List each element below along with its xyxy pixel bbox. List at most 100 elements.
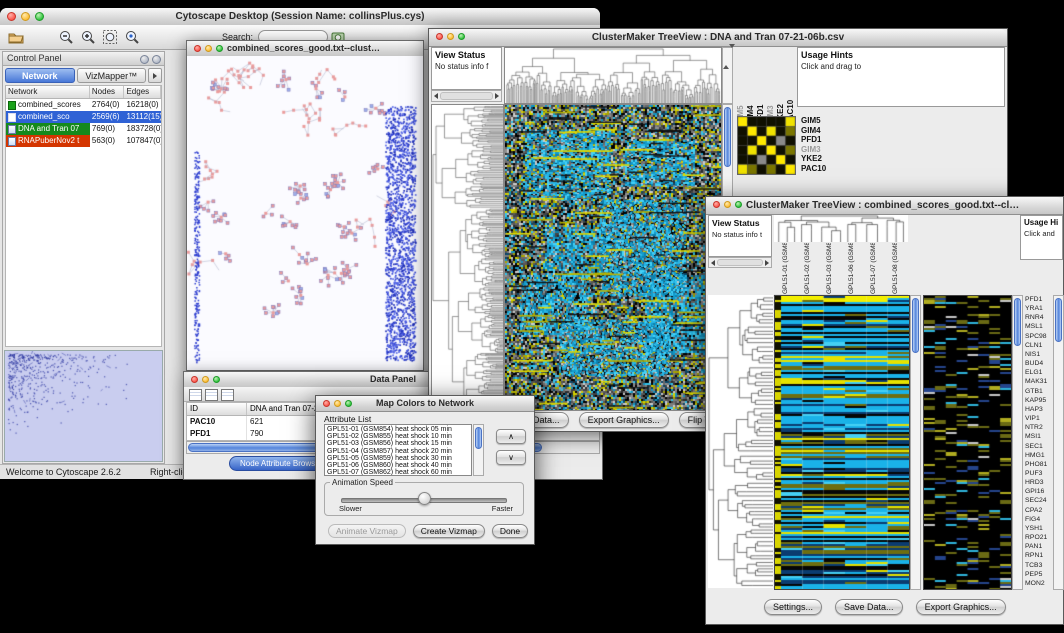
- column-dendrogram-canvas[interactable]: [774, 215, 908, 242]
- control-panel: Control Panel Network VizMapper™ Network…: [2, 51, 165, 464]
- export-graphics-button[interactable]: Export Graphics...: [579, 412, 669, 428]
- close-button[interactable]: [713, 201, 720, 208]
- close-button[interactable]: [436, 33, 443, 40]
- global-heatmap-canvas[interactable]: [923, 295, 1012, 590]
- treeview-combined-window: ClusterMaker TreeView : combined_scores_…: [705, 196, 1064, 625]
- status-hscrollbar[interactable]: [431, 90, 502, 102]
- scroll-right-icon[interactable]: [765, 260, 769, 266]
- scrollbar-track[interactable]: [440, 92, 493, 100]
- minimize-button[interactable]: [724, 201, 731, 208]
- expression-heatmap-canvas[interactable]: [774, 295, 910, 590]
- network-view-titlebar[interactable]: combined_scores_good.txt--cluste...: [187, 41, 423, 57]
- network-list-row-combined-scores[interactable]: combined_scores2764(0)16218(0): [6, 99, 161, 111]
- create-vizmap-button[interactable]: Create Vizmap: [413, 524, 485, 538]
- minimize-button[interactable]: [21, 12, 30, 21]
- correlation-matrix-canvas[interactable]: [737, 116, 796, 175]
- animate-vizmap-button[interactable]: Animate Vizmap: [328, 524, 406, 538]
- network-list-row-combined-sco[interactable]: combined_sco2569(6)13112(15): [6, 111, 161, 123]
- network-table-body: combined_scores2764(0)16218(0)combined_s…: [6, 99, 161, 147]
- gene-dendrogram-canvas[interactable]: [431, 104, 504, 411]
- status-hscrollbar[interactable]: [708, 257, 772, 268]
- global-heatmap-vscrollbar[interactable]: [1012, 295, 1023, 590]
- zoom-fit-icon[interactable]: [102, 29, 118, 45]
- scrollbar-thumb[interactable]: [912, 298, 919, 353]
- heatmap-vscrollbar[interactable]: [910, 295, 921, 590]
- attribute-item-gpl51-06-gsm860-heat-shock-40-min[interactable]: GPL51-06 (GSM860) heat shock 40 min: [327, 462, 469, 469]
- move-up-button[interactable]: ∧: [496, 429, 526, 444]
- zoom-out-icon[interactable]: [58, 29, 74, 45]
- scrollbar-thumb[interactable]: [724, 107, 731, 167]
- network-graph-canvas[interactable]: [187, 56, 423, 370]
- treeview-combined-titlebar[interactable]: ClusterMaker TreeView : combined_scores_…: [706, 197, 1063, 215]
- main-titlebar[interactable]: Cytoscape Desktop (Session Name: collins…: [0, 8, 600, 26]
- slider-thumb[interactable]: [418, 492, 431, 505]
- zoom-in-icon[interactable]: [80, 29, 96, 45]
- close-panel-icon[interactable]: [152, 55, 161, 64]
- tab-network[interactable]: Network: [5, 68, 75, 83]
- save-data-button[interactable]: Save Data...: [835, 599, 903, 615]
- experiment-column-label-gpl51-02-gsm855: GPL51-02 (GSM855): [796, 243, 818, 294]
- minimize-button[interactable]: [447, 33, 454, 40]
- network-table-header-network[interactable]: Network: [6, 86, 90, 98]
- zoom-selected-icon[interactable]: [124, 29, 140, 45]
- scrollbar-thumb[interactable]: [1014, 298, 1021, 346]
- minimize-button[interactable]: [202, 376, 209, 383]
- select-attributes-icon[interactable]: [189, 389, 202, 401]
- done-button[interactable]: Done: [492, 524, 528, 538]
- array-column-label-yke2: YKE2: [775, 47, 785, 125]
- network-overview-canvas[interactable]: [4, 350, 163, 462]
- treeview-dna-titlebar[interactable]: ClusterMaker TreeView : DNA and Tran 07-…: [429, 29, 1007, 47]
- scrollbar-thumb[interactable]: [1055, 298, 1062, 342]
- dialog-titlebar[interactable]: Map Colors to Network: [316, 396, 534, 412]
- zoom-button[interactable]: [216, 45, 223, 52]
- gene-dendrogram-canvas[interactable]: [708, 295, 773, 588]
- scrollbar-track[interactable]: [717, 259, 763, 266]
- move-down-button[interactable]: ∨: [496, 450, 526, 465]
- usage-hints-text: Click and: [1024, 229, 1059, 238]
- attribute-item-gpl51-07-gsm862-heat-shock-60-min[interactable]: GPL51-07 (GSM862) heat shock 60 min: [327, 469, 469, 476]
- gene-label-elg1: ELG1: [1025, 368, 1052, 377]
- network-table-header-edges[interactable]: Edges: [124, 86, 161, 98]
- close-button[interactable]: [7, 12, 16, 21]
- scroll-right-icon[interactable]: [495, 93, 499, 99]
- delete-attribute-icon[interactable]: [221, 389, 234, 401]
- attribute-item-gpl51-01-gsm854-heat-shock-05-min[interactable]: GPL51-01 (GSM854) heat shock 05 min: [327, 426, 469, 433]
- settings-button[interactable]: Settings...: [764, 599, 822, 615]
- close-button[interactable]: [323, 400, 330, 407]
- attribute-list[interactable]: GPL51-01 (GSM854) heat shock 05 minGPL51…: [324, 424, 472, 476]
- attribute-item-gpl51-03-gsm856-heat-shock-15-min[interactable]: GPL51-03 (GSM856) heat shock 15 min: [327, 440, 469, 447]
- array-column-label-gim3: GIM3: [765, 47, 775, 125]
- column-dendrogram-canvas[interactable]: [504, 47, 722, 104]
- zoom-button[interactable]: [735, 201, 742, 208]
- scroll-left-icon[interactable]: [711, 260, 715, 266]
- export-graphics-button[interactable]: Export Graphics...: [916, 599, 1006, 615]
- column-dendrogram-scrollbar[interactable]: [722, 47, 733, 104]
- column-header-id[interactable]: ID: [187, 403, 247, 415]
- window-controls: [191, 376, 220, 383]
- network-list-row-rnapubernov2-t[interactable]: RNAPuberNov2 t563(0)107847(0): [6, 135, 161, 147]
- attribute-item-gpl51-02-gsm855-heat-shock-10-min[interactable]: GPL51-02 (GSM855) heat shock 10 min: [327, 433, 469, 440]
- attribute-item-gpl51-05-gsm859-heat-shock-30-min[interactable]: GPL51-05 (GSM859) heat shock 30 min: [327, 455, 469, 462]
- minimize-button[interactable]: [205, 45, 212, 52]
- tab-vizmapper[interactable]: VizMapper™: [77, 68, 147, 83]
- new-attribute-icon[interactable]: [205, 389, 218, 401]
- zoom-button[interactable]: [213, 376, 220, 383]
- attribute-list-scrollbar[interactable]: [473, 424, 484, 476]
- open-session-icon[interactable]: [8, 29, 24, 45]
- zoom-button[interactable]: [35, 12, 44, 21]
- close-button[interactable]: [194, 45, 201, 52]
- tab-scroll-right-icon[interactable]: [148, 68, 162, 83]
- float-panel-icon[interactable]: [140, 55, 149, 64]
- attribute-item-gpl51-04-gsm857-heat-shock-20-min[interactable]: GPL51-04 (GSM857) heat shock 20 min: [327, 448, 469, 455]
- close-button[interactable]: [191, 376, 198, 383]
- scroll-left-icon[interactable]: [434, 93, 438, 99]
- network-list-row-dna-and-tran-07[interactable]: DNA and Tran 07769(0)183728(0): [6, 123, 161, 135]
- gene-labels-vscrollbar[interactable]: [1053, 295, 1064, 590]
- scrollbar-thumb[interactable]: [475, 427, 482, 449]
- expression-heatmap-canvas[interactable]: [504, 104, 722, 411]
- network-table-header-nodes[interactable]: Nodes: [90, 86, 125, 98]
- minimize-button[interactable]: [334, 400, 341, 407]
- zoom-button[interactable]: [458, 33, 465, 40]
- zoom-button[interactable]: [345, 400, 352, 407]
- gene-label-spc98: SPC98: [1025, 332, 1052, 341]
